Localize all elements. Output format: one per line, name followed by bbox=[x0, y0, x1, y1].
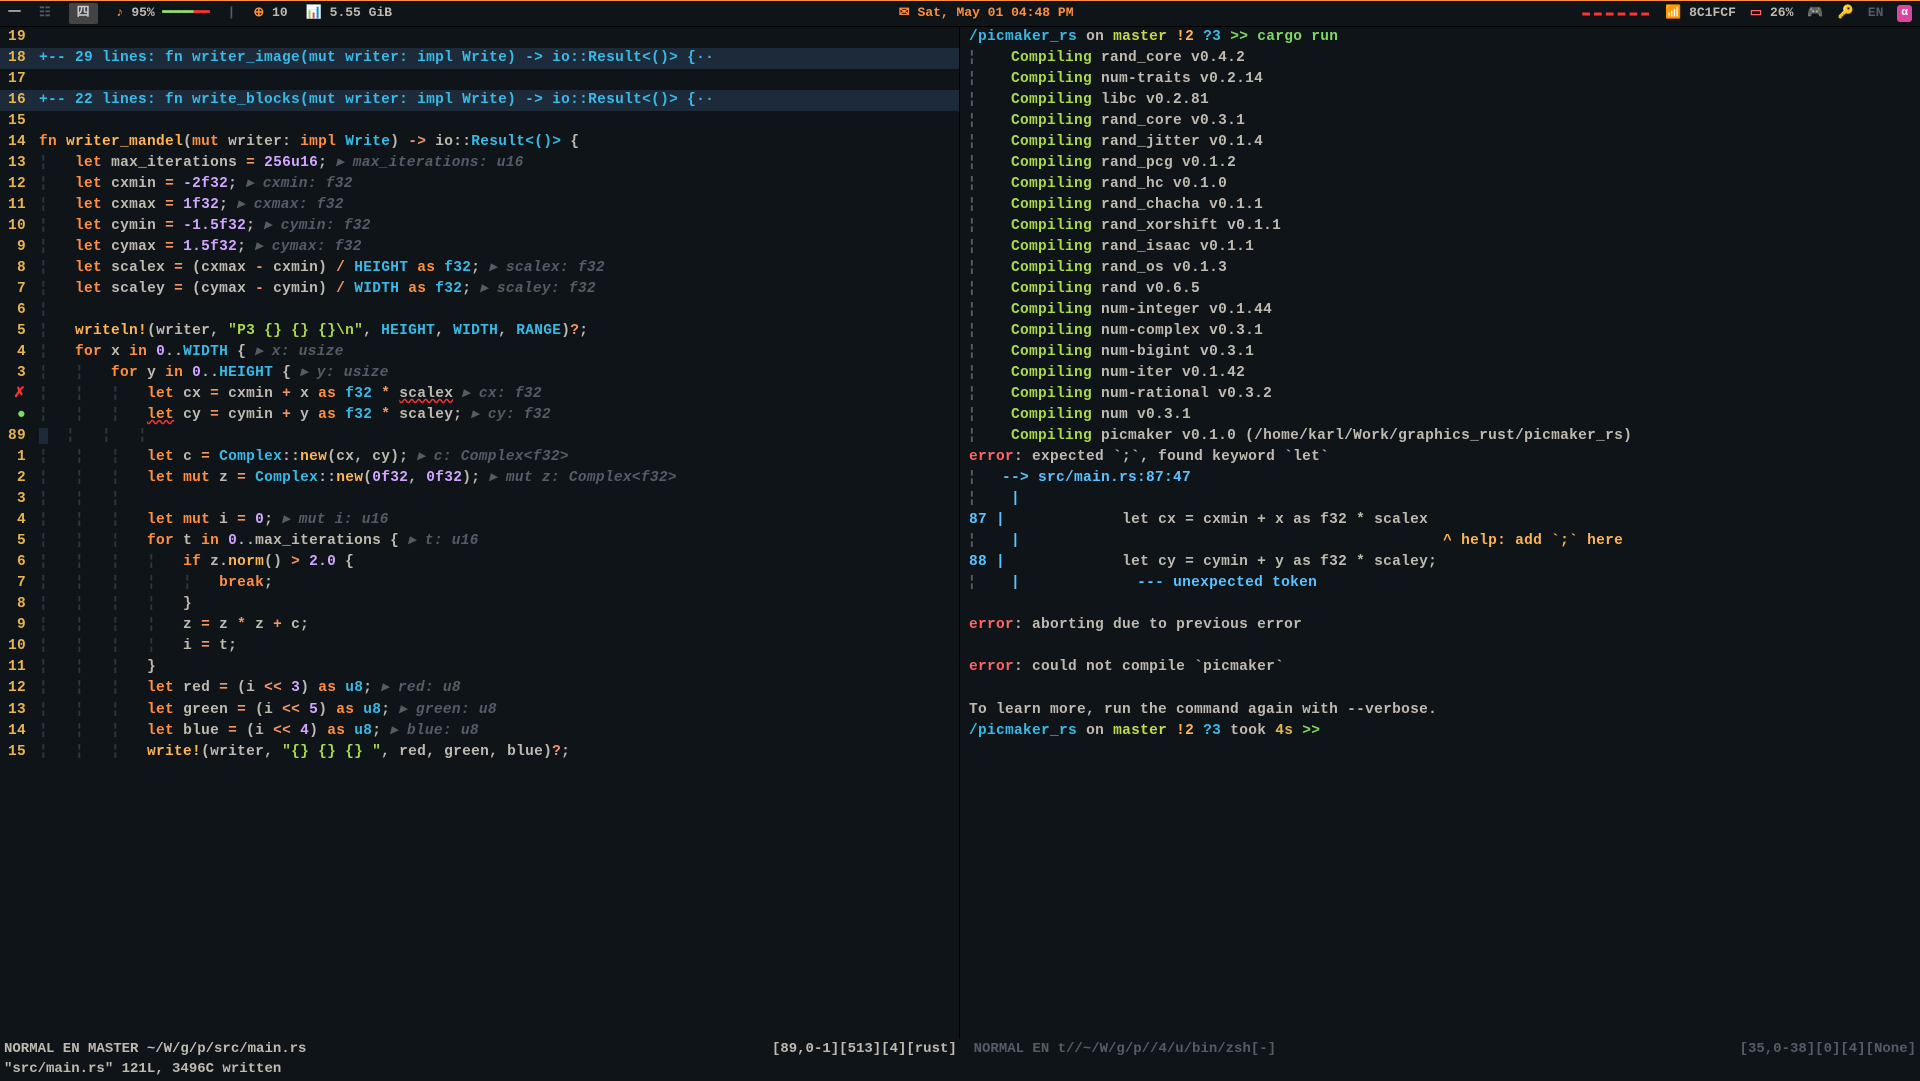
status-left-editor: NORMAL EN MASTER ~/W/g/p/src/main.rs bbox=[4, 1039, 306, 1059]
compile-line: ¦ Compiling rand_core v0.3.1 bbox=[960, 111, 1920, 132]
battery-percent: 26% bbox=[1770, 5, 1793, 20]
fold-line[interactable]: 16 +-- 22 lines: fn write_blocks(mut wri… bbox=[0, 90, 959, 111]
app-icon[interactable]: α bbox=[1897, 5, 1912, 23]
terminal-pane[interactable]: /picmaker_rs on master !2 ?3 >> cargo ru… bbox=[960, 27, 1920, 1039]
compile-line: ¦ Compiling num-rational v0.3.2 bbox=[960, 384, 1920, 405]
window-minimize-icon[interactable]: 一 bbox=[8, 4, 21, 23]
music-bars: ━━━━ bbox=[163, 5, 194, 20]
wifi-ssid: 8C1FCF bbox=[1689, 5, 1736, 20]
compile-line: ¦ Compiling rand_jitter v0.1.4 bbox=[960, 132, 1920, 153]
clock-date: Sat, May 01 04:48 PM bbox=[917, 5, 1073, 20]
fold-line[interactable]: 18 +-- 29 lines: fn writer_image(mut wri… bbox=[0, 48, 959, 69]
cursor-line: 89 ¦ ¦ ¦ bbox=[0, 426, 959, 447]
compile-line: ¦ Compiling num v0.3.1 bbox=[960, 405, 1920, 426]
topbar: 一 ☷ 四 ♪ 95% ━━━━━━ | ⊕ 10 📊 5.55 GiB ✉ S… bbox=[0, 1, 1920, 27]
workspace-indicator[interactable]: 四 bbox=[69, 3, 98, 24]
music-percent: 95% bbox=[131, 5, 154, 20]
compile-line: ¦ Compiling rand_chacha v0.1.1 bbox=[960, 195, 1920, 216]
activity-dashes: ▬▬▬▬▬▬ bbox=[1580, 4, 1651, 23]
compile-line: ¦ Compiling num-bigint v0.3.1 bbox=[960, 342, 1920, 363]
memory-icon: 📊 bbox=[306, 5, 322, 20]
cargo-command: cargo run bbox=[1257, 29, 1338, 45]
package-icon: ⊕ bbox=[253, 5, 264, 20]
compile-line: ¦ Compiling rand_hc v0.1.0 bbox=[960, 174, 1920, 195]
compile-line: ¦ Compiling rand v0.6.5 bbox=[960, 279, 1920, 300]
status-right-terminal: [35,0-38][0][4][None] bbox=[1740, 1039, 1916, 1059]
key-icon[interactable]: 🔑 bbox=[1838, 4, 1854, 23]
mail-icon[interactable]: ✉ bbox=[899, 5, 910, 20]
info-marker-icon: ● bbox=[17, 407, 26, 423]
window-control-icon[interactable]: ☷ bbox=[39, 4, 51, 23]
compile-line: ¦ Compiling num-traits v0.2.14 bbox=[960, 69, 1920, 90]
compile-line: ¦ Compiling num-integer v0.1.44 bbox=[960, 300, 1920, 321]
lang-indicator[interactable]: EN bbox=[1868, 4, 1884, 23]
compile-line: ¦ Compiling num-iter v0.1.42 bbox=[960, 363, 1920, 384]
status-right-editor: [89,0-1][513][4][rust] bbox=[772, 1041, 957, 1057]
compile-line: ¦ Compiling rand_os v0.1.3 bbox=[960, 258, 1920, 279]
status-bar: NORMAL EN MASTER ~/W/g/p/src/main.rs [89… bbox=[0, 1039, 1920, 1081]
discord-icon[interactable]: 🎮 bbox=[1807, 4, 1823, 23]
package-count: 10 bbox=[272, 5, 288, 20]
compile-line: ¦ Compiling libc v0.2.81 bbox=[960, 90, 1920, 111]
compile-line: ¦ Compiling rand_pcg v0.1.2 bbox=[960, 153, 1920, 174]
status-message: "src/main.rs" 121L, 3496C written bbox=[4, 1059, 281, 1079]
compile-line: ¦ Compiling num-complex v0.3.1 bbox=[960, 321, 1920, 342]
compile-line: ¦ Compiling rand_isaac v0.1.1 bbox=[960, 237, 1920, 258]
status-left-terminal: NORMAL EN t//~/W/g/p//4/u/bin/zsh[-] bbox=[974, 1041, 1276, 1057]
error-marker-icon: ✗ bbox=[14, 386, 26, 402]
editor-pane[interactable]: 19 18 +-- 29 lines: fn writer_image(mut … bbox=[0, 27, 960, 1039]
wifi-icon: 📶 bbox=[1665, 5, 1681, 20]
compile-line: ¦ Compiling rand_xorshift v0.1.1 bbox=[960, 216, 1920, 237]
memory-usage: 5.55 GiB bbox=[330, 5, 392, 20]
compile-line: ¦ Compiling rand_core v0.4.2 bbox=[960, 48, 1920, 69]
music-icon: ♪ bbox=[116, 5, 124, 20]
